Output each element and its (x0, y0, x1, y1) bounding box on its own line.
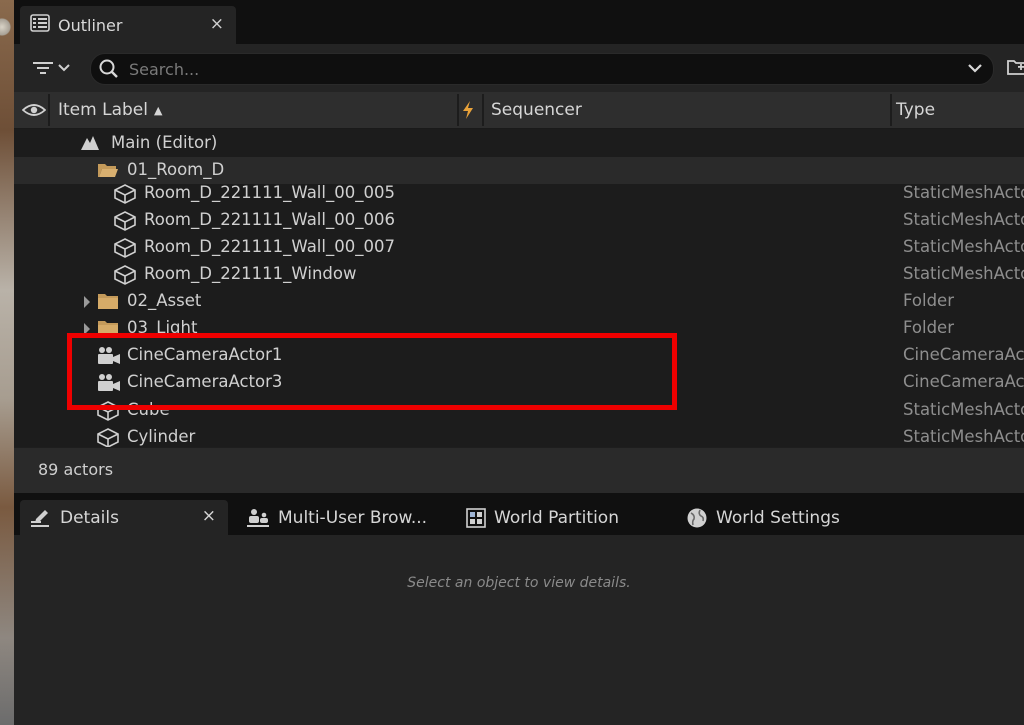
tree-row-type: CineCameraAct (903, 372, 1024, 391)
static-mesh-icon (114, 238, 136, 258)
tab-multi-user-browser[interactable]: Multi-User Brow... (236, 500, 446, 535)
tab-world-settings[interactable]: World Settings (676, 500, 886, 535)
tree-row[interactable]: Room_D_221111_Wall_00_006 StaticMeshActo (14, 207, 1024, 234)
type-header-text: Type (896, 100, 936, 120)
tree-row-type: StaticMeshActo (903, 237, 1024, 256)
filter-button[interactable] (32, 56, 78, 80)
tree-row-label: CineCameraActor3 (127, 372, 283, 391)
tree-row-label: Room_D_221111_Wall_00_005 (144, 183, 395, 202)
level-icon (81, 136, 99, 150)
item-label-column-header[interactable]: Item Label ▲ (58, 92, 458, 128)
folder-open-icon (98, 164, 118, 177)
actor-count: 89 actors (38, 460, 114, 479)
tree-row[interactable]: 02_Asset Folder (14, 288, 1024, 315)
tree-row[interactable]: CineCameraActor3 CineCameraAct (14, 369, 1024, 396)
tab-world-partition[interactable]: World Partition (456, 500, 666, 535)
tree-row-type: StaticMeshActo (903, 210, 1024, 229)
lightning-icon (463, 101, 473, 119)
tree-row-label: 03_Light (127, 318, 198, 337)
close-icon[interactable]: × (210, 14, 224, 34)
add-folder-icon (1007, 60, 1024, 75)
chevron-down-icon[interactable] (967, 62, 983, 74)
tree-row-type: Folder (903, 318, 954, 337)
tree-row-type: StaticMeshActo (903, 264, 1024, 283)
users-icon (247, 508, 269, 527)
tree-row[interactable]: Cube StaticMeshActo (14, 397, 1024, 424)
search-box (90, 53, 994, 85)
filter-icon (33, 62, 53, 74)
sequencer-header-text: Sequencer (491, 100, 582, 120)
tree-row-type: CineCameraAct (903, 345, 1024, 364)
search-icon (99, 59, 118, 78)
outliner-toolbar (14, 44, 1024, 92)
tab-multi-user-browser-label: Multi-User Brow... (278, 507, 428, 528)
tab-outliner-label: Outliner (58, 15, 123, 35)
folder-icon (98, 321, 118, 336)
outliner-tabbar: Outliner × (14, 0, 1024, 44)
close-icon[interactable]: × (202, 506, 216, 526)
tree-row[interactable]: Room_D_221111_Wall_00_005 StaticMeshActo (14, 180, 1024, 207)
pencil-icon (31, 509, 49, 527)
tree-row-type: Folder (903, 291, 954, 310)
tab-details-label: Details (60, 507, 119, 528)
column-header-row: Item Label ▲ Sequencer Type (14, 92, 1024, 129)
static-mesh-icon (114, 184, 136, 204)
outliner-status-bar: 89 actors (14, 447, 1024, 493)
visibility-column-header[interactable] (22, 92, 50, 128)
tree-row-type: StaticMeshActo (903, 400, 1024, 419)
chevron-right-icon[interactable] (82, 295, 92, 309)
grid-icon (466, 507, 486, 528)
tree-row[interactable]: Room_D_221111_Window StaticMeshActo (14, 261, 1024, 288)
tree-row-label: 01_Room_D (127, 160, 225, 179)
static-mesh-icon (97, 401, 119, 421)
tree-row-label: Room_D_221111_Window (144, 264, 357, 283)
outliner-icon (30, 14, 50, 36)
camera-icon (98, 374, 120, 391)
tree-row[interactable]: Main (Editor) (14, 130, 1024, 157)
static-mesh-icon (114, 265, 136, 285)
tree-row[interactable]: Room_D_221111_Wall_00_007 StaticMeshActo (14, 234, 1024, 261)
tree-row-label: Cube (127, 400, 170, 419)
tree-row[interactable]: Cylinder StaticMeshActo (14, 424, 1024, 447)
chevron-right-icon[interactable] (82, 322, 92, 336)
tree-row-type: StaticMeshActo (903, 427, 1024, 446)
details-panel: Select an object to view details. (14, 535, 1024, 725)
editor-panel: Outliner × Search... Item Label ▲ Sequen… (0, 0, 1024, 725)
type-column-header[interactable]: Type (896, 92, 1016, 128)
details-empty-message: Select an object to view details. (407, 575, 631, 591)
tab-world-partition-label: World Partition (494, 507, 619, 528)
tree-row-label: CineCameraActor1 (127, 345, 283, 364)
tree-row-label: Room_D_221111_Wall_00_007 (144, 237, 395, 256)
camera-icon (98, 347, 120, 364)
static-mesh-icon (114, 211, 136, 231)
globe-icon (687, 508, 707, 527)
chevron-down-icon (58, 64, 70, 72)
add-folder-button[interactable] (1006, 56, 1024, 80)
tree-row[interactable]: 03_Light Folder (14, 315, 1024, 342)
tree-row-label: Room_D_221111_Wall_00_006 (144, 210, 395, 229)
folder-icon (98, 294, 118, 309)
tree-row-label: 02_Asset (127, 291, 202, 310)
tab-world-settings-label: World Settings (716, 507, 840, 528)
item-label-header-text: Item Label (58, 100, 148, 120)
tab-details[interactable]: Details × (20, 500, 228, 535)
tab-outliner[interactable]: Outliner × (20, 6, 236, 44)
tree-row[interactable]: CineCameraActor1 CineCameraAct (14, 342, 1024, 369)
sort-ascending-icon: ▲ (153, 103, 163, 117)
search-input[interactable] (127, 57, 951, 81)
outliner-tree: Main (Editor) 01_Room_D Room_D_221111_Wa… (14, 129, 1024, 447)
static-mesh-icon (97, 428, 119, 447)
sequencer-column-header[interactable]: Sequencer (491, 92, 891, 128)
tree-row-type: StaticMeshActo (903, 183, 1024, 202)
bottom-tabbar: Details × Multi-User Brow... World Parti… (14, 493, 1024, 535)
eye-icon (22, 104, 46, 116)
tree-row-label: Main (Editor) (111, 133, 218, 152)
tree-row-label: Cylinder (127, 427, 196, 446)
viewport-edge (0, 0, 14, 725)
